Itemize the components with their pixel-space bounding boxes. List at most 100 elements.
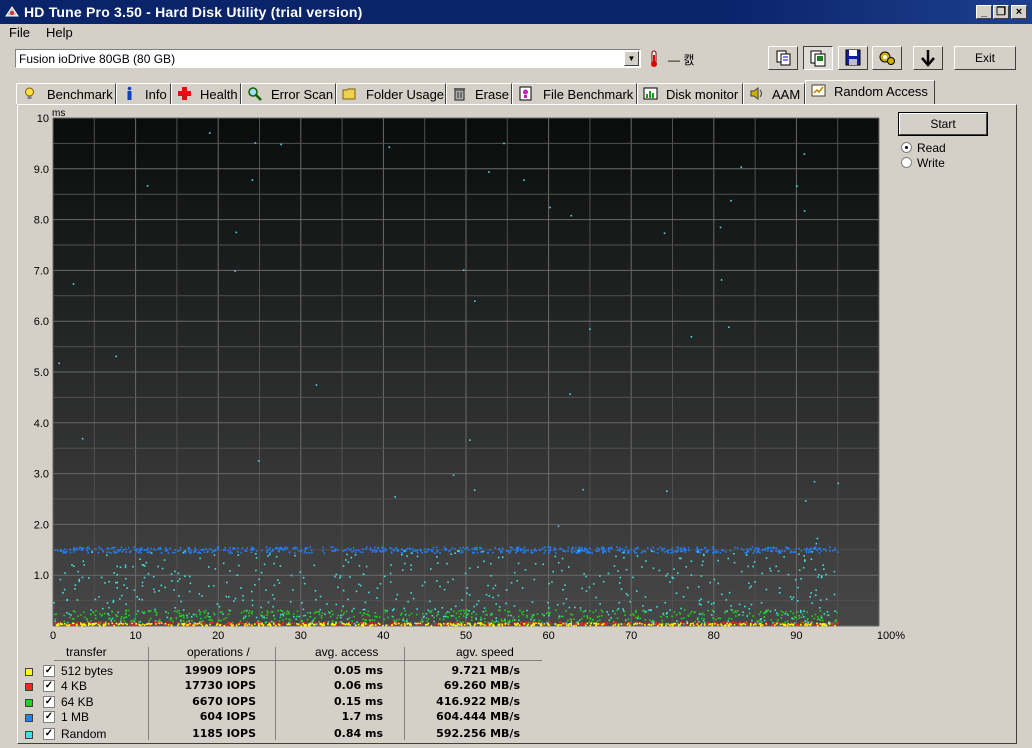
point-random: [458, 550, 460, 552]
point-4kb: [695, 623, 697, 626]
point-512b: [201, 624, 204, 627]
point-random: [165, 611, 167, 613]
point-1mb: [767, 550, 769, 553]
checkbox-1m[interactable]: ✓: [43, 711, 55, 723]
row-name: 1 MB: [61, 710, 90, 724]
point-64kb: [245, 610, 247, 612]
point-1mb: [618, 548, 621, 550]
point-1mb: [750, 548, 753, 551]
point-4kb: [367, 623, 369, 626]
point-1mb: [381, 546, 383, 549]
point-64kb: [257, 620, 260, 622]
point-512b: [834, 624, 836, 627]
point-512b: [696, 623, 699, 625]
point-1mb: [228, 552, 231, 554]
point-512b: [469, 624, 472, 627]
point-512b: [297, 623, 300, 626]
point-1mb: [73, 550, 75, 553]
y-tick-label: 5.0: [34, 367, 49, 379]
point-64kb: [115, 613, 117, 616]
point-1mb: [416, 549, 418, 551]
point-4kb: [97, 621, 100, 624]
point-512b: [425, 623, 427, 626]
point-64kb: [283, 612, 286, 614]
point-64kb: [115, 615, 118, 618]
row-speed: 416.922 MB/s: [436, 695, 520, 708]
point-random: [124, 577, 127, 580]
point-1mb: [591, 552, 594, 554]
point-4kb: [739, 621, 742, 624]
point-random: [237, 554, 240, 556]
start-button[interactable]: Start: [898, 112, 988, 136]
point-512b: [87, 624, 90, 626]
point-4kb: [486, 621, 489, 624]
tab-random-access[interactable]: Random Access: [805, 80, 935, 104]
point-random: [482, 610, 485, 613]
point-random: [677, 623, 679, 625]
point-1mb: [798, 547, 800, 550]
point-64kb: [609, 619, 611, 621]
point-64kb: [242, 618, 245, 620]
point-64kb: [589, 617, 592, 619]
write-radio[interactable]: Write: [901, 156, 991, 170]
point-random: [618, 582, 621, 584]
point-random: [690, 335, 693, 338]
point-1mb: [149, 551, 151, 553]
point-64kb: [108, 614, 110, 617]
point-random: [251, 179, 254, 181]
point-random: [182, 609, 185, 611]
point-random: [666, 611, 668, 614]
point-1mb: [217, 546, 219, 549]
point-64kb: [458, 610, 461, 612]
point-1mb: [359, 551, 362, 553]
point-512b: [58, 624, 60, 626]
point-1mb: [376, 549, 378, 552]
point-64kb: [288, 618, 290, 621]
checkbox-random[interactable]: ✓: [43, 728, 55, 740]
point-512b: [516, 624, 518, 626]
point-64kb: [675, 613, 678, 616]
point-64kb: [103, 612, 106, 615]
point-4kb: [255, 621, 258, 624]
point-512b: [287, 623, 290, 626]
point-random: [53, 602, 55, 604]
point-random: [234, 597, 237, 600]
point-1mb: [443, 546, 446, 548]
point-64kb: [147, 610, 150, 613]
point-random: [776, 612, 778, 614]
point-random: [800, 578, 802, 580]
point-4kb: [584, 622, 586, 625]
point-64kb: [367, 613, 369, 616]
point-1mb: [736, 547, 739, 549]
read-radio-circle[interactable]: [901, 142, 912, 153]
point-random: [548, 582, 550, 585]
point-1mb: [525, 549, 527, 552]
point-1mb: [373, 549, 376, 552]
write-radio-circle[interactable]: [901, 157, 912, 168]
point-1mb: [748, 547, 751, 550]
point-random: [292, 589, 294, 591]
point-1mb: [559, 547, 561, 550]
checkbox-64k[interactable]: ✓: [43, 696, 55, 708]
point-random: [298, 615, 300, 618]
read-radio[interactable]: Read: [901, 141, 991, 155]
point-random: [118, 598, 121, 600]
point-64kb: [683, 617, 685, 619]
point-random: [492, 596, 494, 599]
point-1mb: [584, 548, 586, 550]
point-64kb: [765, 609, 768, 612]
checkbox-512[interactable]: ✓: [43, 665, 55, 677]
checkbox-4k[interactable]: ✓: [43, 680, 55, 692]
point-4kb: [274, 621, 277, 624]
point-random: [833, 593, 836, 596]
point-1mb: [306, 552, 308, 554]
point-random: [116, 573, 119, 576]
point-1mb: [435, 546, 438, 549]
point-random: [260, 571, 263, 574]
point-1mb: [352, 547, 355, 549]
point-64kb: [447, 616, 450, 618]
point-512b: [595, 624, 597, 627]
point-1mb: [288, 551, 291, 553]
point-64kb: [573, 618, 575, 621]
point-1mb: [820, 549, 823, 552]
